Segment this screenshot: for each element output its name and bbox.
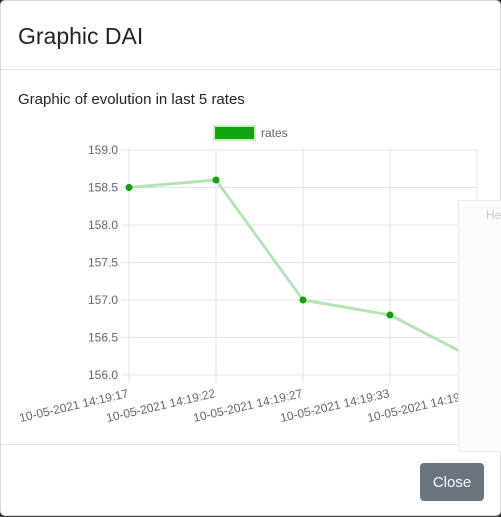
background-panel bbox=[458, 200, 501, 452]
modal-header: Graphic DAI bbox=[1, 1, 500, 70]
modal-title: Graphic DAI bbox=[18, 23, 144, 49]
y-tick-label: 156.0 bbox=[88, 368, 118, 382]
rates-data-point[interactable] bbox=[386, 311, 394, 319]
y-tick-label: 156.5 bbox=[88, 331, 118, 345]
close-button[interactable]: Close bbox=[420, 463, 484, 501]
legend-swatch-rates[interactable] bbox=[213, 125, 256, 141]
legend-label-rates: rates bbox=[261, 126, 288, 140]
y-tick-label: 159.0 bbox=[88, 143, 118, 157]
graphic-modal: Graphic DAI Graphic of evolution in last… bbox=[0, 0, 501, 516]
rates-data-point[interactable] bbox=[299, 296, 307, 304]
modal-footer: Close bbox=[1, 444, 500, 517]
background-partial-text: He bbox=[486, 208, 501, 222]
y-tick-label: 158.5 bbox=[88, 181, 118, 195]
y-tick-label: 158.0 bbox=[88, 218, 118, 232]
modal-body: Graphic of evolution in last 5 rates 159… bbox=[1, 71, 500, 444]
rates-data-point[interactable] bbox=[212, 176, 220, 184]
y-tick-label: 157.5 bbox=[88, 256, 118, 270]
rates-data-point[interactable] bbox=[125, 184, 133, 191]
y-tick-label: 157.0 bbox=[88, 293, 118, 307]
rates-line-chart: 159.0158.5158.0157.5157.0156.5156.010-05… bbox=[18, 125, 481, 425]
